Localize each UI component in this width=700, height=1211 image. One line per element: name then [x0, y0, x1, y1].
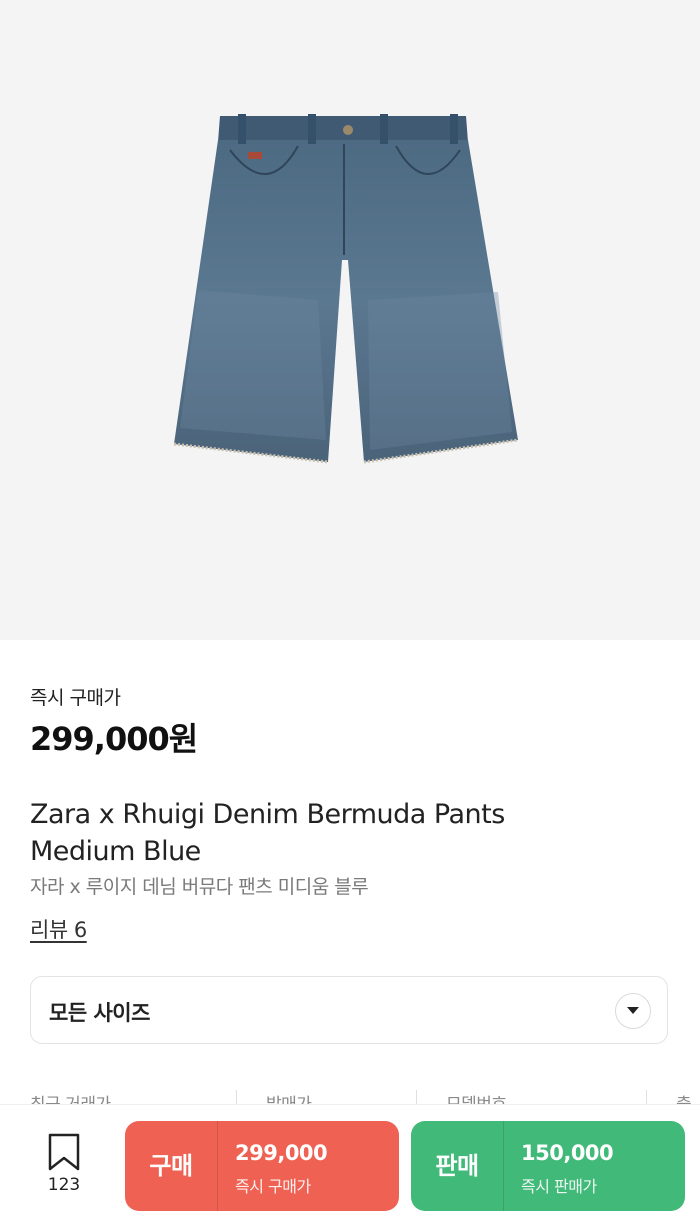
instant-buy-price: 299,000원 — [30, 720, 198, 758]
product-title-korean: 자라 x 루이지 데님 버뮤다 팬츠 미디움 블루 — [30, 876, 369, 898]
product-image-area[interactable] — [0, 0, 700, 640]
product-title-line1: Zara x Rhuigi Denim Bermuda Pants — [30, 799, 505, 830]
buy-label: 구매 — [149, 1152, 193, 1180]
product-info-row: 최근 거래가 발매가 모델번호 출시일 — [0, 1086, 700, 1106]
denim-shorts-image — [173, 114, 519, 464]
divider — [503, 1121, 504, 1211]
size-selector[interactable]: 모든 사이즈 — [30, 976, 668, 1044]
review-link[interactable]: 리뷰 6 — [30, 914, 87, 944]
product-title-line2: Medium Blue — [30, 836, 201, 867]
buy-sublabel: 즉시 구매가 — [235, 1177, 311, 1196]
buy-amount: 299,000 — [235, 1141, 328, 1165]
buy-button[interactable]: 구매 299,000 즉시 구매가 — [125, 1121, 399, 1211]
size-selector-label: 모든 사이즈 — [49, 1001, 150, 1025]
product-title: Zara x Rhuigi Denim Bermuda Pants Medium… — [30, 796, 630, 870]
bookmark-count: 123 — [47, 1175, 81, 1195]
sell-sublabel: 즉시 판매가 — [521, 1177, 597, 1196]
bookmark-button[interactable]: 123 — [38, 1133, 90, 1195]
divider — [217, 1121, 218, 1211]
bottom-action-bar: 123 구매 299,000 즉시 구매가 판매 150,000 즉시 판매가 — [0, 1104, 700, 1211]
instant-buy-price-label: 즉시 구매가 — [30, 687, 121, 709]
sell-label: 판매 — [435, 1152, 479, 1180]
chevron-down-icon[interactable] — [615, 993, 651, 1029]
bookmark-icon — [48, 1133, 80, 1171]
sell-amount: 150,000 — [521, 1141, 614, 1165]
sell-button[interactable]: 판매 150,000 즉시 판매가 — [411, 1121, 685, 1211]
